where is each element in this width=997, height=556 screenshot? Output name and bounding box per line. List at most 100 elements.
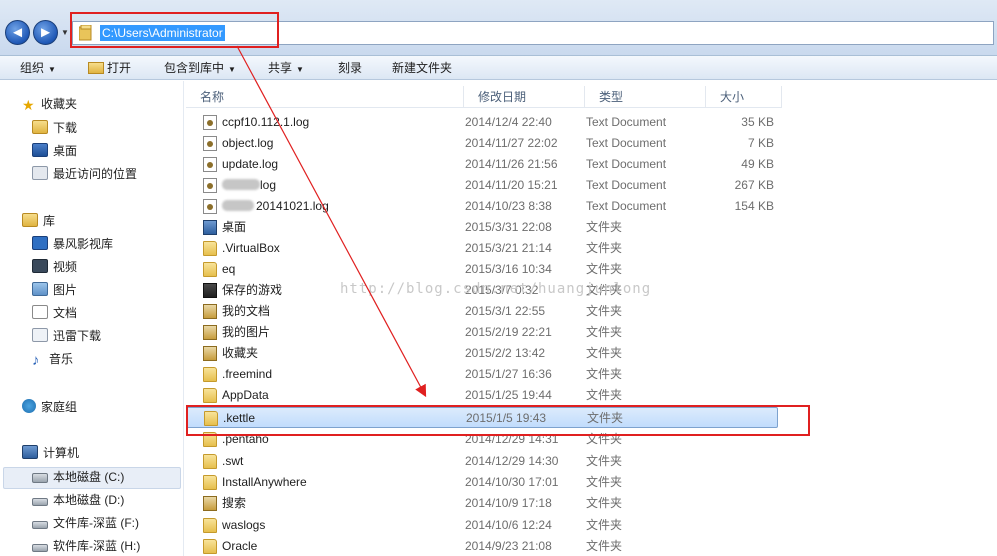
file-date: 2015/2/19 22:21 xyxy=(465,325,552,339)
file-name: 桌面 xyxy=(222,220,247,234)
file-date: 2014/10/30 17:01 xyxy=(465,475,559,489)
file-row[interactable]: waslogs 2014/10/6 12:24 文件夹 xyxy=(186,515,778,536)
nav-music-label: 音乐 xyxy=(49,352,74,366)
pictures-icon xyxy=(32,282,48,296)
share-button[interactable]: 共享 ▼ xyxy=(268,60,304,76)
nav-baofeng[interactable]: 暴风影视库 xyxy=(32,234,113,254)
nav-computer[interactable]: 计算机 xyxy=(22,443,79,463)
column-size[interactable]: 大小 xyxy=(706,86,782,108)
file-date: 2014/9/23 21:08 xyxy=(465,539,552,553)
file-date: 2015/3/1 22:55 xyxy=(465,304,546,318)
file-date: 2015/1/25 19:44 xyxy=(465,388,552,402)
file-size: 7 KB xyxy=(747,136,774,150)
nav-music[interactable]: ♪ 音乐 xyxy=(32,349,73,369)
column-name[interactable]: 名称 xyxy=(186,86,464,108)
log-file-icon xyxy=(203,136,217,151)
file-row[interactable]: 我的文档 2015/3/1 22:55 文件夹 xyxy=(186,301,778,322)
nav-homegroup-label: 家庭组 xyxy=(41,400,78,414)
file-row[interactable]: AppData 2015/1/25 19:44 文件夹 xyxy=(186,385,778,406)
file-type: 文件夹 xyxy=(586,325,623,339)
nav-drive-c[interactable]: 本地磁盘 (C:) xyxy=(32,467,124,487)
log-file-icon xyxy=(203,178,217,193)
nav-xunlei[interactable]: 迅雷下载 xyxy=(32,326,101,346)
file-name-redacted: 20141021.log xyxy=(222,196,329,217)
back-button[interactable]: ◄ xyxy=(5,20,30,45)
redaction-blur xyxy=(222,179,260,190)
file-row[interactable]: log 2014/11/20 15:21 Text Document 267 K… xyxy=(186,175,778,196)
file-name: 收藏夹 xyxy=(222,346,259,360)
nav-drive-d-label: 本地磁盘 (D:) xyxy=(53,493,125,507)
new-folder-button[interactable]: 新建文件夹 xyxy=(392,60,452,76)
new-folder-label: 新建文件夹 xyxy=(392,61,453,75)
file-row[interactable]: .VirtualBox 2015/3/21 21:14 文件夹 xyxy=(186,238,778,259)
xunlei-download-icon xyxy=(32,328,48,342)
nav-videos[interactable]: 视频 xyxy=(32,257,77,277)
file-row[interactable]: InstallAnywhere 2014/10/30 17:01 文件夹 xyxy=(186,472,778,493)
log-file-icon xyxy=(203,115,217,130)
file-date: 2015/2/2 13:42 xyxy=(465,346,546,360)
file-row[interactable]: 收藏夹 2015/2/2 13:42 文件夹 xyxy=(186,343,778,364)
nav-drive-h-label: 软件库-深蓝 (H:) xyxy=(53,539,141,553)
nav-libraries[interactable]: 库 xyxy=(22,211,55,231)
file-size: 267 KB xyxy=(734,178,774,192)
favorites-folder-icon xyxy=(203,346,217,361)
nav-drive-h[interactable]: 软件库-深蓝 (H:) xyxy=(32,536,140,556)
file-row[interactable]: 搜索 2014/10/9 17:18 文件夹 xyxy=(186,493,778,514)
file-type: 文件夹 xyxy=(586,262,623,276)
recent-pages-dropdown-icon[interactable]: ▼ xyxy=(61,28,69,37)
file-row[interactable]: Oracle 2014/9/23 21:08 文件夹 xyxy=(186,536,778,556)
forward-button[interactable]: ► xyxy=(33,20,58,45)
file-type: Text Document xyxy=(586,199,667,213)
file-type: 文件夹 xyxy=(586,367,623,381)
forward-arrow-icon: ► xyxy=(38,24,53,41)
file-row[interactable]: .freemind 2015/1/27 16:36 文件夹 xyxy=(186,364,778,385)
nav-pictures[interactable]: 图片 xyxy=(32,280,77,300)
file-name: .swt xyxy=(222,454,244,468)
chevron-down-icon: ▼ xyxy=(228,65,236,74)
file-row[interactable]: update.log 2014/11/26 21:56 Text Documen… xyxy=(186,154,778,175)
file-row[interactable]: 20141021.log 2014/10/23 8:38 Text Docume… xyxy=(186,196,778,217)
file-size: 35 KB xyxy=(741,115,774,129)
burn-button[interactable]: 刻录 xyxy=(338,60,362,76)
nav-favorites[interactable]: ★ 收藏夹 xyxy=(22,94,77,114)
music-note-icon: ♪ xyxy=(32,352,40,369)
open-button[interactable]: 打开 xyxy=(88,60,131,76)
nav-recent-places-label: 最近访问的位置 xyxy=(53,167,138,181)
file-row[interactable]: .swt 2014/12/29 14:30 文件夹 xyxy=(186,451,778,472)
file-name: waslogs xyxy=(222,518,266,532)
navigation-pane: ★ 收藏夹 下载 桌面 最近访问的位置 库 暴风影视库 视频 图片 文档 迅雷下载… xyxy=(0,81,184,556)
nav-downloads[interactable]: 下载 xyxy=(32,118,77,138)
file-row[interactable]: eq 2015/3/16 10:34 文件夹 xyxy=(186,259,778,280)
documents-folder-icon xyxy=(203,304,217,319)
desktop-folder-icon xyxy=(203,220,217,235)
burn-label: 刻录 xyxy=(338,61,363,75)
file-name: 20141021.log xyxy=(256,199,329,213)
nav-recent-places[interactable]: 最近访问的位置 xyxy=(32,164,137,184)
file-type: Text Document xyxy=(586,115,667,129)
watermark-text: http://blog.csdn.net/huangjunlong xyxy=(340,281,652,297)
hard-drive-icon xyxy=(32,498,48,506)
folder-icon xyxy=(203,539,217,554)
column-type-label: 类型 xyxy=(599,90,624,104)
file-type: Text Document xyxy=(586,136,667,150)
file-row[interactable]: 桌面 2015/3/31 22:08 文件夹 xyxy=(186,217,778,238)
file-name: log xyxy=(260,178,277,192)
file-row[interactable]: ccpf10.112.1.log 2014/12/4 22:40 Text Do… xyxy=(186,112,778,133)
searches-folder-icon xyxy=(203,496,217,511)
nav-drive-d[interactable]: 本地磁盘 (D:) xyxy=(32,490,124,510)
organize-button[interactable]: 组织 ▼ xyxy=(20,60,56,76)
videos-icon xyxy=(32,259,48,273)
file-date: 2014/12/4 22:40 xyxy=(465,115,552,129)
file-row[interactable]: 我的图片 2015/2/19 22:21 文件夹 xyxy=(186,322,778,343)
file-type: 文件夹 xyxy=(586,539,623,553)
file-name: 我的图片 xyxy=(222,325,271,339)
column-header: 名称 修改日期 类型 大小 xyxy=(186,86,782,108)
nav-drive-f[interactable]: 文件库-深蓝 (F:) xyxy=(32,513,139,533)
column-type[interactable]: 类型 xyxy=(585,86,706,108)
include-in-library-button[interactable]: 包含到库中 ▼ xyxy=(164,60,236,76)
nav-documents[interactable]: 文档 xyxy=(32,303,77,323)
column-modified[interactable]: 修改日期 xyxy=(464,86,585,108)
nav-homegroup[interactable]: 家庭组 xyxy=(22,397,77,417)
file-row[interactable]: object.log 2014/11/27 22:02 Text Documen… xyxy=(186,133,778,154)
nav-desktop[interactable]: 桌面 xyxy=(32,141,77,161)
